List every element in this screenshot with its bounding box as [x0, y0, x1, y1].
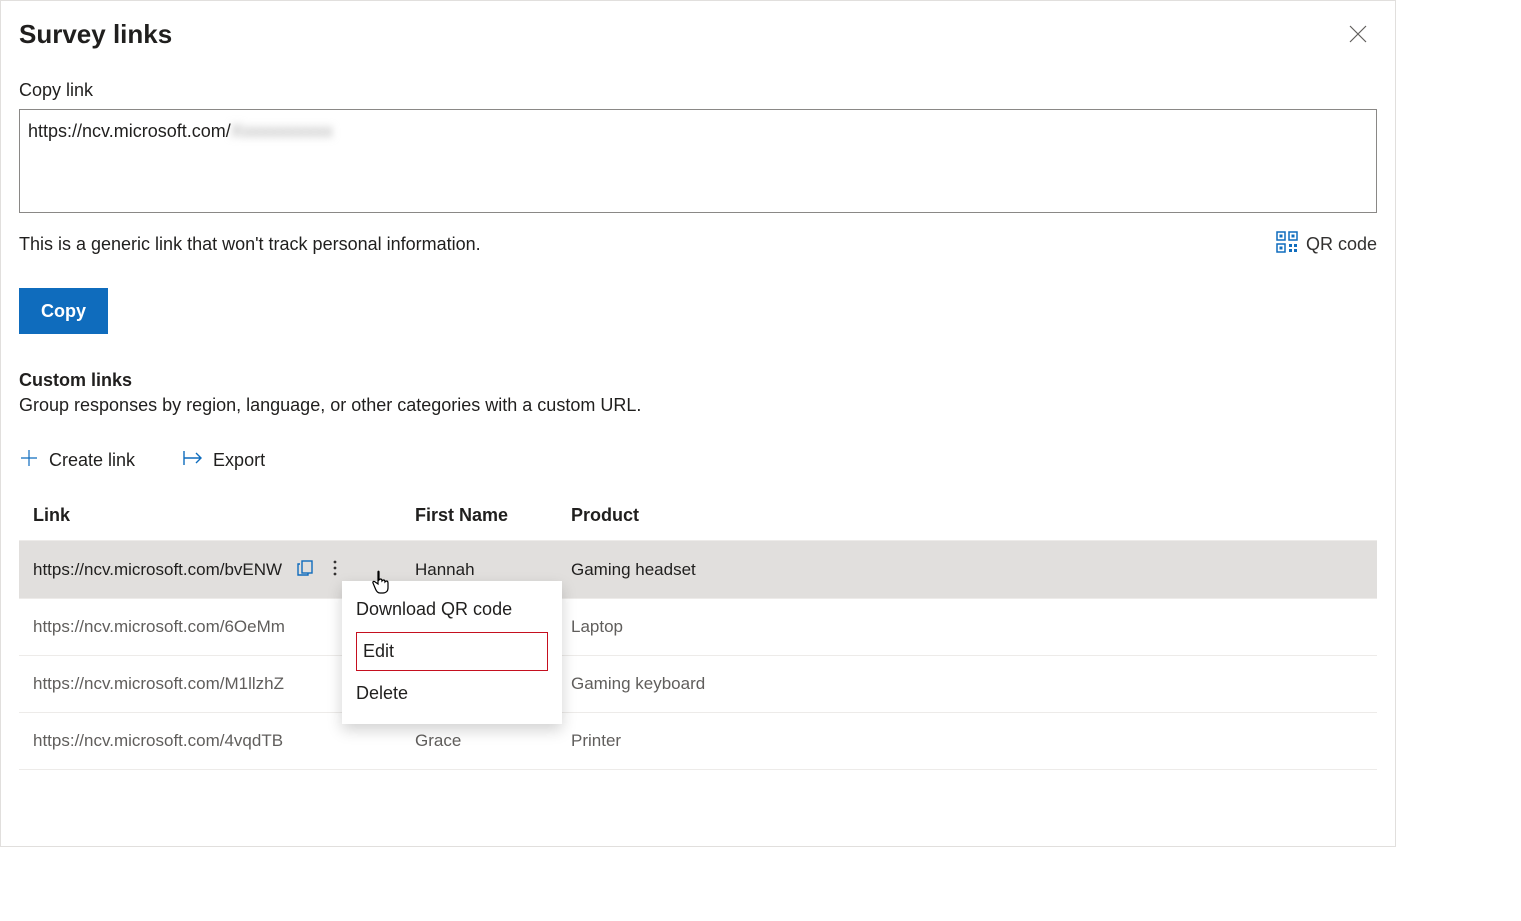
- export-button[interactable]: Export: [181, 448, 265, 473]
- cell-product: Printer: [557, 713, 1377, 770]
- row-more-button[interactable]: [332, 559, 338, 580]
- dialog-header: Survey links: [1, 19, 1395, 50]
- custom-links-table: Link First Name Product https://ncv.micr…: [19, 491, 1377, 770]
- row-link-url: https://ncv.microsoft.com/6OeMm: [33, 617, 285, 636]
- table-row[interactable]: https://ncv.microsoft.com/4vqdTB Grace P…: [19, 713, 1377, 770]
- survey-links-dialog: Survey links Copy link https://ncv.micro…: [0, 0, 1396, 847]
- create-link-label: Create link: [49, 450, 135, 471]
- table-row[interactable]: https://ncv.microsoft.com/6OeMm Laptop: [19, 599, 1377, 656]
- cell-product: Gaming keyboard: [557, 656, 1377, 713]
- copy-link-helper-text: This is a generic link that won't track …: [19, 234, 481, 255]
- row-link-url: https://ncv.microsoft.com/bvENW: [33, 560, 282, 580]
- copy-link-url-prefix: https://ncv.microsoft.com/: [28, 121, 231, 141]
- dialog-title: Survey links: [19, 19, 172, 50]
- copy-link-textarea[interactable]: https://ncv.microsoft.com/Xxxxxxxxxxx: [19, 109, 1377, 213]
- custom-links-section: Custom links Group responses by region, …: [1, 370, 1395, 473]
- copy-link-url-blurred-tail: Xxxxxxxxxxx: [231, 121, 333, 141]
- custom-links-actions: Create link Export: [19, 448, 1377, 473]
- row-link-url: https://ncv.microsoft.com/4vqdTB: [33, 731, 283, 750]
- custom-links-heading: Custom links: [19, 370, 1377, 391]
- plus-icon: [19, 448, 39, 473]
- qr-code-link[interactable]: QR code: [1276, 231, 1377, 258]
- more-vertical-icon: [332, 559, 338, 580]
- helper-row: This is a generic link that won't track …: [19, 231, 1377, 258]
- col-header-link[interactable]: Link: [19, 491, 401, 541]
- export-label: Export: [213, 450, 265, 471]
- qr-code-label: QR code: [1306, 234, 1377, 255]
- custom-links-table-wrap: Link First Name Product https://ncv.micr…: [1, 491, 1395, 770]
- copy-icon: [296, 559, 314, 580]
- copy-button[interactable]: Copy: [19, 288, 108, 334]
- table-row[interactable]: https://ncv.microsoft.com/M1llzhZ Gaming…: [19, 656, 1377, 713]
- table-header-row: Link First Name Product: [19, 491, 1377, 541]
- col-header-product[interactable]: Product: [557, 491, 1377, 541]
- copy-link-label: Copy link: [19, 80, 1377, 101]
- row-link-url: https://ncv.microsoft.com/M1llzhZ: [33, 674, 284, 693]
- close-icon: [1349, 25, 1367, 43]
- close-button[interactable]: [1345, 21, 1371, 47]
- export-icon: [181, 448, 203, 473]
- copy-link-section: Copy link https://ncv.microsoft.com/Xxxx…: [1, 80, 1395, 334]
- col-header-first-name[interactable]: First Name: [401, 491, 557, 541]
- ctx-delete[interactable]: Delete: [342, 673, 562, 714]
- custom-links-subtext: Group responses by region, language, or …: [19, 395, 1377, 416]
- row-context-menu: Download QR code Edit Delete: [342, 581, 562, 724]
- table-row[interactable]: https://ncv.microsoft.com/bvENW: [19, 541, 1377, 599]
- copy-row-link-button[interactable]: [296, 559, 314, 580]
- qr-icon: [1276, 231, 1298, 258]
- ctx-edit[interactable]: Edit: [356, 632, 548, 671]
- cell-product: Gaming headset: [557, 541, 1377, 599]
- cell-product: Laptop: [557, 599, 1377, 656]
- ctx-download-qr[interactable]: Download QR code: [342, 589, 562, 630]
- create-link-button[interactable]: Create link: [19, 448, 135, 473]
